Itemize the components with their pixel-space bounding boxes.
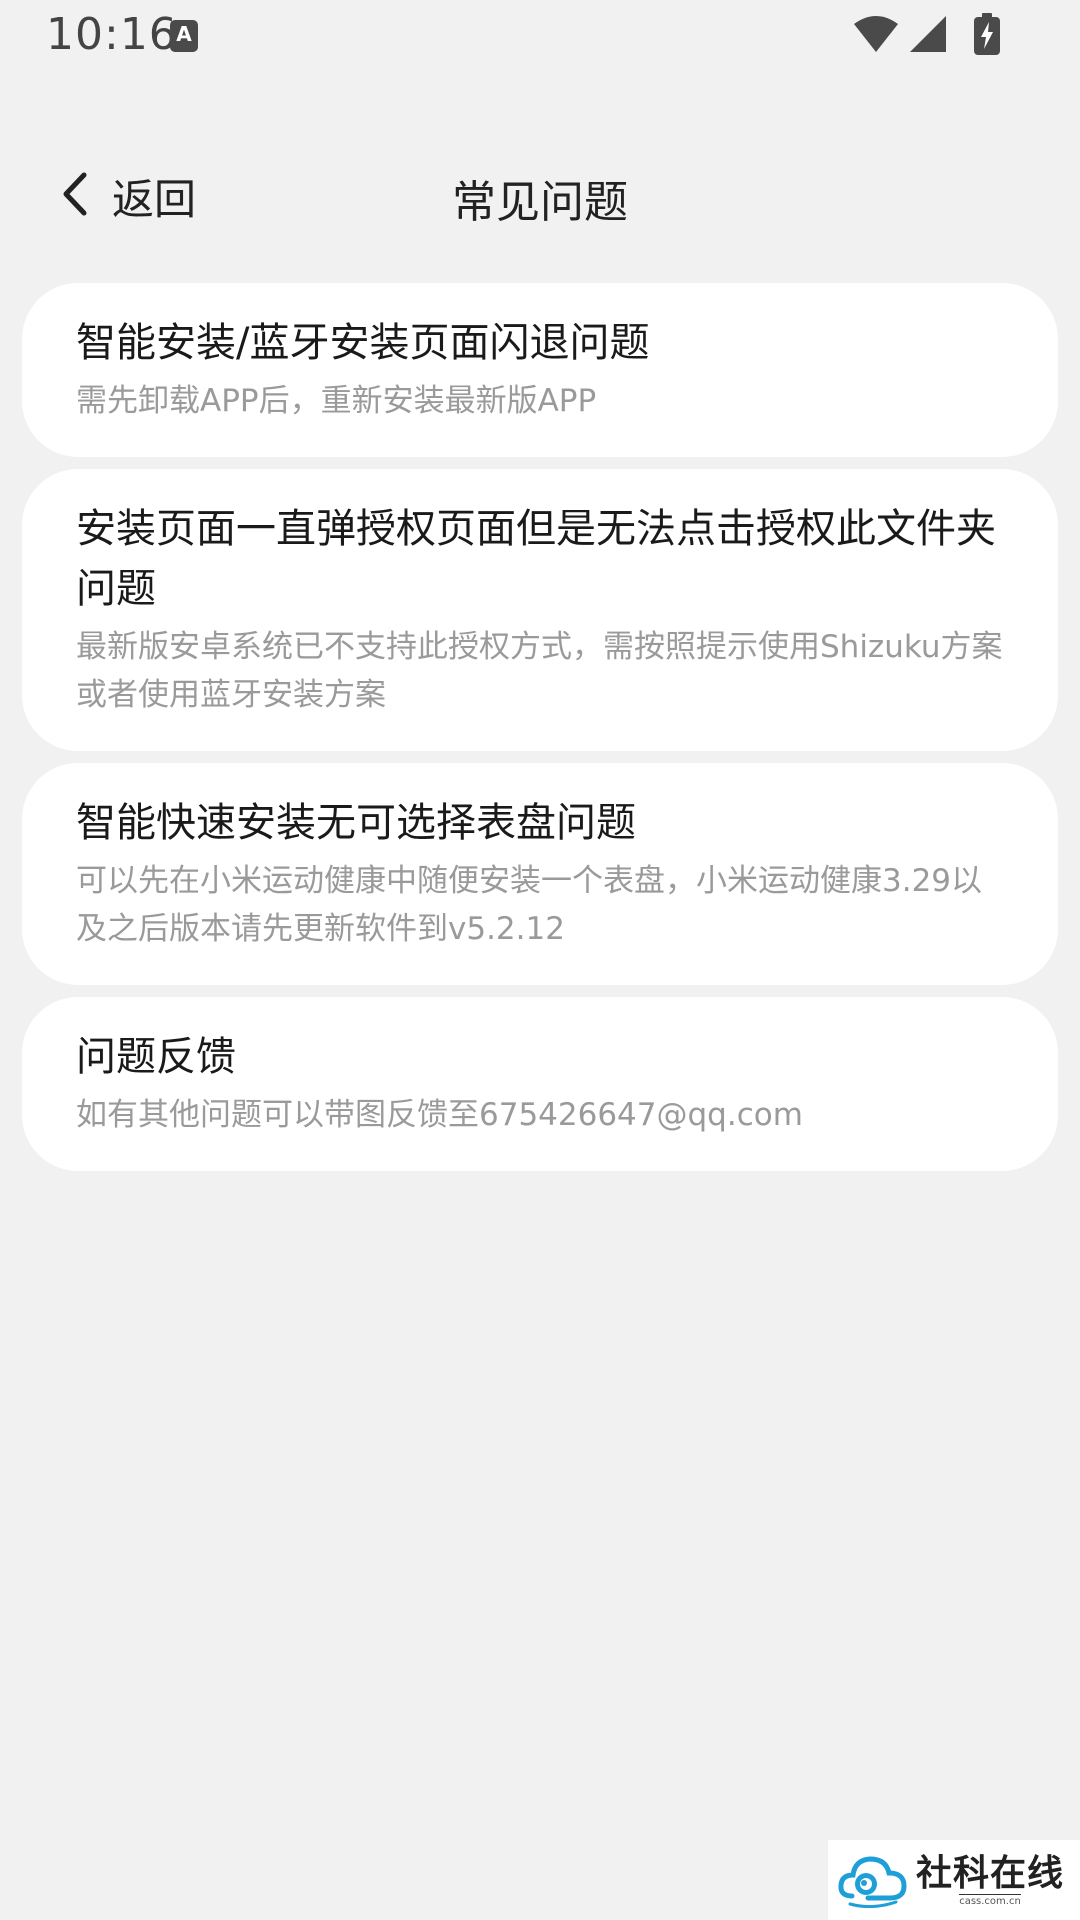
faq-screen: 10:16 A 返回 常见问题 智能安装/蓝牙安装页面闪退问题 需先卸载APP后… — [0, 0, 1080, 1920]
faq-title: 问题反馈 — [76, 1034, 236, 1080]
faq-desc: 可以先在小米运动健康中随便安装一个表盘，小米运动健康3.29以及之后版本请先更新… — [76, 863, 983, 947]
faq-desc: 如有其他问题可以带图反馈至675426647@qq.com — [76, 1097, 803, 1133]
keyboard-a-icon: A — [170, 20, 198, 52]
status-icons — [852, 13, 1000, 59]
faq-item-feedback[interactable]: 问题反馈 如有其他问题可以带图反馈至675426647@qq.com — [22, 997, 1058, 1171]
faq-item-authorization[interactable]: 安装页面一直弹授权页面但是无法点击授权此文件夹问题 最新版安卓系统已不支持此授权… — [22, 469, 1058, 751]
cloud-eye-logo-icon — [838, 1848, 908, 1912]
status-time: 10:16 — [46, 9, 178, 60]
page-title: 常见问题 — [452, 177, 628, 228]
faq-list: 智能安装/蓝牙安装页面闪退问题 需先卸载APP后，重新安装最新版APP 安装页面… — [22, 283, 1058, 1183]
faq-title: 安装页面一直弹授权页面但是无法点击授权此文件夹问题 — [76, 506, 996, 612]
faq-desc: 最新版安卓系统已不支持此授权方式，需按照提示使用Shizuku方案或者使用蓝牙安… — [76, 629, 1003, 713]
watermark-title: 社科在线 — [916, 1852, 1065, 1894]
wifi-icon — [852, 14, 900, 58]
battery-charging-icon — [974, 13, 1000, 59]
watermark-text: 社科在线 cass.com.cn — [916, 1852, 1064, 1908]
watermark-sub: cass.com.cn — [959, 1894, 1021, 1907]
status-bar: 10:16 A — [0, 0, 1080, 70]
faq-title: 智能快速安装无可选择表盘问题 — [76, 800, 636, 846]
faq-item-crash[interactable]: 智能安装/蓝牙安装页面闪退问题 需先卸载APP后，重新安装最新版APP — [22, 283, 1058, 457]
faq-item-no-watchface[interactable]: 智能快速安装无可选择表盘问题 可以先在小米运动健康中随便安装一个表盘，小米运动健… — [22, 763, 1058, 985]
faq-desc: 需先卸载APP后，重新安装最新版APP — [76, 383, 597, 419]
watermark: 社科在线 cass.com.cn — [828, 1840, 1080, 1920]
signal-icon — [908, 14, 948, 58]
faq-title: 智能安装/蓝牙安装页面闪退问题 — [76, 320, 650, 366]
app-header: 返回 常见问题 — [0, 120, 1080, 270]
